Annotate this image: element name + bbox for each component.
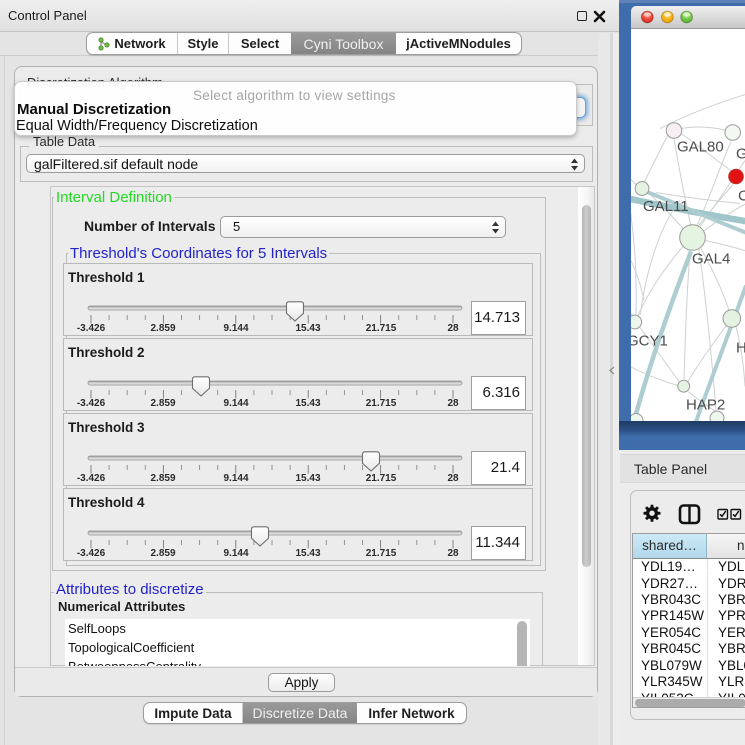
svg-text:GAL11: GAL11: [643, 198, 689, 215]
svg-text:GAL80: GAL80: [677, 138, 724, 155]
svg-text:H: H: [736, 339, 745, 356]
svg-text:C: C: [738, 187, 745, 204]
svg-text:GAL4: GAL4: [692, 250, 730, 267]
svg-text:GCY1: GCY1: [631, 332, 668, 349]
svg-text:HAP2: HAP2: [686, 396, 725, 413]
svg-text:GA: GA: [736, 145, 745, 162]
